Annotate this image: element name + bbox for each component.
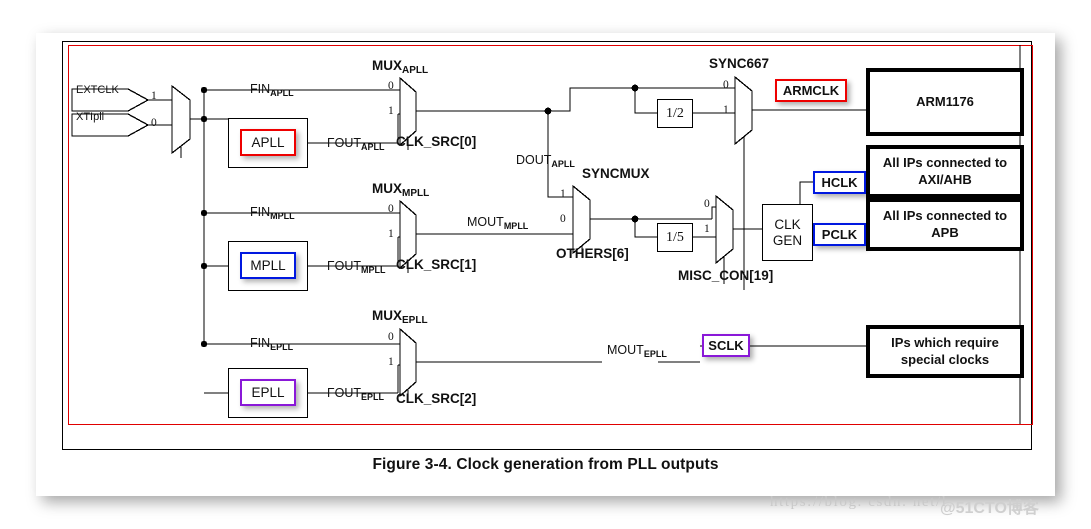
fout-apll-sub: APLL xyxy=(361,142,385,152)
sclk-chip: SCLK xyxy=(702,334,750,357)
input-mux-sel-1: 1 xyxy=(151,90,157,102)
pclk-chip: PCLK xyxy=(813,223,866,246)
input-mux-sel-0: 0 xyxy=(151,117,157,129)
dout-apll-text: DOUT xyxy=(516,153,552,167)
ip-block-special-line2: special clocks xyxy=(900,351,990,367)
ip-block-apb: All IPs connected to APB xyxy=(866,198,1024,251)
mux-mpll-in1: 1 xyxy=(388,228,394,240)
ip-block-special-line1: IPs which require xyxy=(891,335,999,351)
ip-block-apb-line2: APB xyxy=(931,224,959,240)
fin-mpll-sub: MPLL xyxy=(270,211,295,221)
mux-epll-in0: 0 xyxy=(388,331,394,343)
net-label-fin-epll: FINEPLL xyxy=(250,336,294,352)
fout-apll-text: FOUT xyxy=(327,136,362,150)
ip-block-axi-ahb-line2: AXI/AHB xyxy=(918,171,972,187)
misc-mux-in1: 1 xyxy=(704,223,710,235)
mout-epll-sub: EPLL xyxy=(643,349,667,359)
fin-epll-sub: EPLL xyxy=(270,342,294,352)
mux-epll-in1: 1 xyxy=(388,356,394,368)
sync667-in0: 0 xyxy=(723,79,729,91)
mux-apll-in1: 1 xyxy=(388,105,394,117)
hclk-chip: HCLK xyxy=(813,171,866,194)
mpll-label-chip: MPLL xyxy=(240,252,296,279)
mux-apll-name-sub: APLL xyxy=(402,65,429,76)
clk-src-0-label: CLK_SRC[0] xyxy=(396,134,477,149)
mout-mpll-sub: MPLL xyxy=(503,221,529,231)
mout-epll-text: MOUT xyxy=(607,343,644,357)
watermark-tag: @51CTO博客 xyxy=(940,500,1039,517)
clk-gen-line2: GEN xyxy=(772,232,803,248)
fout-mpll-sub: MPLL xyxy=(361,265,386,275)
net-label-dout-apll: DOUTAPLL xyxy=(516,153,575,169)
mux-apll-name: MUXAPLL xyxy=(372,58,429,76)
net-label-mout-mpll: MOUTMPLL xyxy=(464,215,532,231)
mux-apll-name-text: MUX xyxy=(372,58,402,73)
net-label-fout-apll: FOUTAPLL xyxy=(327,136,385,152)
clk-src-2-label: CLK_SRC[2] xyxy=(396,391,477,406)
syncmux-name: SYNCMUX xyxy=(582,166,650,181)
ip-block-axi-ahb: All IPs connected to AXI/AHB xyxy=(866,145,1024,198)
mux-epll-name-text: MUX xyxy=(372,308,402,323)
fout-epll-text: FOUT xyxy=(327,386,362,400)
ip-block-arm1176-line1: ARM1176 xyxy=(916,93,974,109)
apll-label-chip: APLL xyxy=(240,129,296,156)
sync667-in1: 1 xyxy=(723,104,729,116)
epll-label-chip: EPLL xyxy=(240,379,296,406)
clk-gen-line1: CLK xyxy=(774,216,801,232)
fin-apll-text: FIN xyxy=(250,82,271,96)
dout-apll-sub: APLL xyxy=(551,159,575,169)
clk-src-1-label: CLK_SRC[1] xyxy=(396,257,477,272)
others6-label: OTHERS[6] xyxy=(556,246,629,261)
sync667-name: SYNC667 xyxy=(709,56,770,71)
net-label-fin-mpll: FINMPLL xyxy=(250,205,295,221)
mux-mpll-name-sub: MPLL xyxy=(402,188,430,199)
fout-mpll-text: FOUT xyxy=(327,259,362,273)
mux-epll-name: MUXEPLL xyxy=(372,308,428,326)
divider-half: 1/2 xyxy=(657,99,693,128)
fin-epll-text: FIN xyxy=(250,336,271,350)
input-label-extclk: EXTCLK xyxy=(76,84,119,96)
armclk-chip: ARMCLK xyxy=(775,79,847,102)
ip-block-special-clocks: IPs which require special clocks xyxy=(866,325,1024,378)
net-label-mout-epll: MOUTEPLL xyxy=(604,343,670,359)
input-label-xtipll: XTIpll xyxy=(76,111,105,123)
misc-mux-in0: 0 xyxy=(704,198,710,210)
syncmux-in1: 1 xyxy=(560,188,566,200)
ip-block-axi-ahb-line1: All IPs connected to xyxy=(882,155,1008,171)
mux-mpll-name: MUXMPLL xyxy=(372,181,430,199)
divider-fifth: 1/5 xyxy=(657,223,693,252)
ip-block-apb-line1: All IPs connected to xyxy=(882,208,1008,224)
clk-gen-block: CLK GEN xyxy=(762,204,813,261)
mux-mpll-in0: 0 xyxy=(388,203,394,215)
figure-caption: Figure 3-4. Clock generation from PLL ou… xyxy=(372,456,719,473)
net-label-fout-epll: FOUTEPLL xyxy=(327,386,385,402)
ip-block-arm1176: ARM1176 xyxy=(866,68,1024,136)
mout-mpll-text: MOUT xyxy=(467,215,504,229)
fin-apll-sub: APLL xyxy=(270,88,294,98)
fout-epll-sub: EPLL xyxy=(361,392,385,402)
watermark-url: https://blog. csdn. net/l xyxy=(770,494,948,510)
net-label-fin-apll: FINAPLL xyxy=(250,82,294,98)
fin-mpll-text: FIN xyxy=(250,205,271,219)
misc-con-19-label: MISC_CON[19] xyxy=(678,268,774,283)
syncmux-in0: 0 xyxy=(560,213,566,225)
mux-epll-name-sub: EPLL xyxy=(402,315,428,326)
net-label-fout-mpll: FOUTMPLL xyxy=(327,259,386,275)
mux-mpll-name-text: MUX xyxy=(372,181,402,196)
mux-apll-in0: 0 xyxy=(388,80,394,92)
